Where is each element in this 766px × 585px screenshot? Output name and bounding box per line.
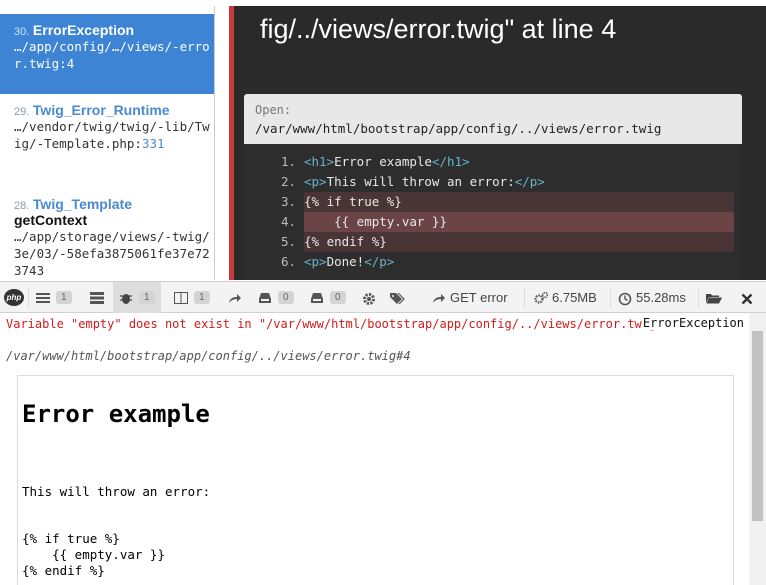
code-block: 1. <h1>Error example</h1> 2. <p>This will … xyxy=(244,144,742,280)
inbox-icon xyxy=(310,292,324,304)
exception-details: fig/../views/error.twig" at line 4 Open:… xyxy=(229,6,766,280)
open-history-button[interactable] xyxy=(706,282,724,313)
exceptions-tab[interactable]: 1 xyxy=(113,282,161,313)
preview-twig-line: {% if true %} xyxy=(22,531,120,546)
frame-class: ErrorException xyxy=(32,22,135,38)
preview-twig-line: {{ empty.var }} xyxy=(22,547,165,562)
exception-message: Variable "empty" does not exist in "/var… xyxy=(6,317,736,331)
mails-count-badge: 0 xyxy=(278,291,294,304)
exception-file[interactable]: /var/www/html/bootstrap/app/config/../vi… xyxy=(6,349,411,363)
gear-icon xyxy=(362,292,376,305)
stack-frame-28[interactable]: 28. Twig_Template getContext …/app/stora… xyxy=(0,196,214,280)
request-tab[interactable] xyxy=(90,282,108,313)
stack-frame-29[interactable]: 29. Twig_Error_Runtime …/vendor/twig/twi… xyxy=(0,102,214,182)
exception-type: ErrorException xyxy=(642,316,744,330)
open-file-path[interactable]: /var/www/html/bootstrap/app/config/../vi… xyxy=(255,121,661,136)
code-snippet-panel: Open: /var/www/html/bootstrap/app/config… xyxy=(244,94,742,280)
code-line: 6. <p>Done!</p> xyxy=(280,254,395,269)
frame-index: 28. xyxy=(14,200,30,212)
tasks-icon xyxy=(90,291,104,304)
frame-file: …/app/storage/views/-twig/3e/03/-58efa38… xyxy=(14,229,210,278)
config-tab[interactable] xyxy=(362,282,380,313)
time-value: 55.28ms xyxy=(636,290,686,305)
preview-heading: Error example xyxy=(22,400,210,428)
php-logo[interactable]: php xyxy=(4,289,24,306)
tags-tab[interactable] xyxy=(390,282,408,313)
stack-frame-30[interactable]: 30. ErrorException …/app/config/…/views/… xyxy=(0,14,214,94)
rendered-view-preview: Error example This will throw an error: … xyxy=(17,375,734,585)
messages-count-badge: 1 xyxy=(56,291,72,304)
code-line: 1. <h1>Error example</h1> xyxy=(280,154,470,169)
frame-class: Twig_Template xyxy=(32,196,132,212)
preview-twig-line: {% endif %} xyxy=(22,563,105,578)
frame-class: Twig_Error_Runtime xyxy=(32,102,170,118)
code-line-highlighted: 5. {% endif %} xyxy=(244,232,742,252)
scrollbar-thumb[interactable] xyxy=(752,331,763,521)
route-label: GET error xyxy=(450,290,508,305)
memory-indicator[interactable]: 6.75MB xyxy=(534,282,597,313)
frame-index: 29. xyxy=(14,106,30,118)
columns-icon xyxy=(174,291,188,304)
exceptions-panel: Variable "empty" does not exist in "/var… xyxy=(0,313,766,585)
mails-tab[interactable]: 0 xyxy=(258,282,294,313)
preview-paragraph: This will throw an error: xyxy=(22,484,211,499)
code-line-highlighted: 3. {% if true %} xyxy=(244,192,742,212)
exception-message-title: fig/../views/error.twig" at line 4 xyxy=(260,14,617,44)
frame-line: 4 xyxy=(66,56,75,71)
code-line: 2. <p>This will throw an error:</p> xyxy=(280,174,545,189)
stack-frames-list: 30. ErrorException …/app/config/…/views/… xyxy=(0,6,215,280)
list-icon xyxy=(36,292,50,304)
cogs-icon xyxy=(534,291,549,304)
bug-icon xyxy=(119,292,133,304)
open-label: Open: xyxy=(255,103,292,117)
route-tab[interactable] xyxy=(228,282,246,313)
views-count-badge: 1 xyxy=(194,291,210,304)
exceptions-count-badge: 1 xyxy=(139,291,155,304)
frame-function: getContext xyxy=(14,212,88,228)
share-icon xyxy=(228,292,242,304)
views-tab[interactable]: 1 xyxy=(174,282,210,313)
time-indicator[interactable]: 55.28ms xyxy=(618,282,686,313)
frame-file: …/vendor/twig/twig/-lib/Twig/-Template.p… xyxy=(14,119,210,151)
debugbar-toolbar: php 1 1 1 0 0 GET error 6.75MB 55.28ms xyxy=(0,281,766,313)
tags-icon xyxy=(390,292,405,304)
close-debugbar-button[interactable] xyxy=(741,282,759,313)
folder-open-icon xyxy=(706,292,722,304)
inbox-icon xyxy=(258,292,272,304)
share-icon xyxy=(432,292,446,304)
frame-file: …/app/config/…/views/-error.twig xyxy=(14,39,210,71)
memory-value: 6.75MB xyxy=(552,290,597,305)
messages-tab[interactable]: 1 xyxy=(36,282,72,313)
queue-tab[interactable]: 0 xyxy=(310,282,346,313)
queue-count-badge: 0 xyxy=(330,291,346,304)
close-icon xyxy=(741,292,755,304)
frame-line: 331 xyxy=(141,136,165,151)
code-line-error: 4. {{ empty.var }} xyxy=(244,212,742,232)
whoops-error-page: 30. ErrorException …/app/config/…/views/… xyxy=(0,0,766,280)
route-indicator[interactable]: GET error xyxy=(432,282,508,313)
frame-index: 30. xyxy=(14,26,30,38)
clock-icon xyxy=(618,292,632,305)
panel-scrollbar[interactable] xyxy=(749,313,766,585)
